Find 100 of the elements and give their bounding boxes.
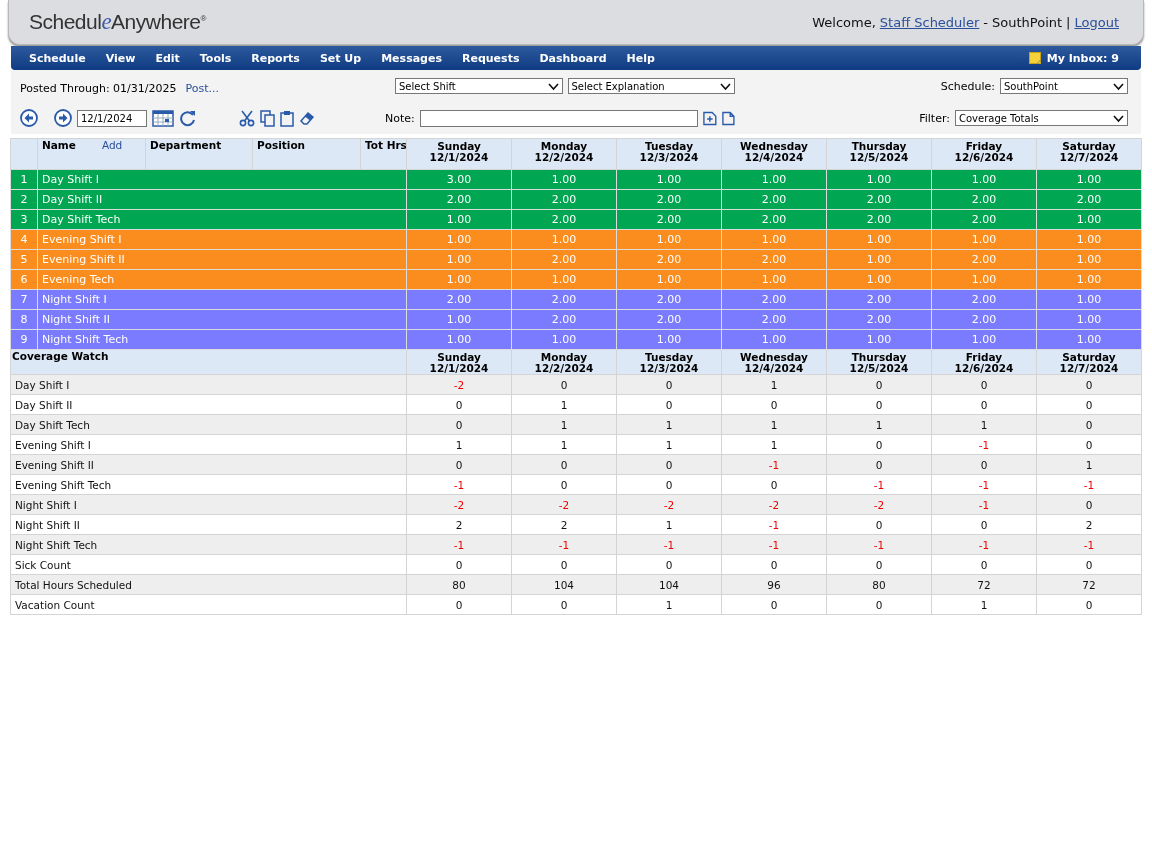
eraser-icon[interactable] <box>299 110 315 126</box>
forward-icon[interactable] <box>54 109 72 127</box>
caret-icon <box>547 81 559 91</box>
coverage-label-cell: Night Shift Tech <box>10 534 407 555</box>
coverage-value-cell: -2 <box>406 494 512 515</box>
coverage-value-cell: -1 <box>721 514 827 535</box>
coverage-value-cell: -2 <box>616 494 722 515</box>
scissors-icon[interactable] <box>239 109 255 127</box>
menu-item[interactable]: Tools <box>189 51 242 65</box>
day-column-header: Monday 12/2/2024 <box>511 138 617 170</box>
coverage-value-cell: -1 <box>1036 534 1142 555</box>
add-link[interactable]: Add <box>101 139 123 151</box>
coverage-value-cell: 80 <box>826 574 932 595</box>
coverage-value-cell: 0 <box>616 474 722 495</box>
coverage-value-cell: 0 <box>1036 494 1142 515</box>
menu-item[interactable]: Requests <box>452 51 530 65</box>
coverage-value-cell: 0 <box>721 394 827 415</box>
coverage-label-cell: Night Shift II <box>10 514 407 535</box>
menu-item[interactable]: Messages <box>371 51 452 65</box>
coverage-value-cell: -2 <box>406 374 512 395</box>
date-field[interactable]: 12/1/2024 <box>77 109 147 127</box>
filter-select[interactable]: Coverage Totals <box>955 110 1128 126</box>
menu-item[interactable]: Schedule <box>19 51 96 65</box>
row-number: 7 <box>10 289 38 310</box>
coverage-value-cell: 104 <box>511 574 617 595</box>
day-column-header: Sunday 12/1/2024 <box>406 138 512 170</box>
coverage-value-cell: 0 <box>616 374 722 395</box>
coverage-value-cell: 0 <box>616 394 722 415</box>
logout-link[interactable]: Logout <box>1074 14 1119 30</box>
coverage-label-cell: Day Shift Tech <box>10 414 407 435</box>
coverage-value-cell: 0 <box>1036 394 1142 415</box>
menu-item[interactable]: Edit <box>145 51 190 65</box>
coverage-value-cell: 0 <box>511 474 617 495</box>
posted-through-text: Posted Through: 01/31/2025 <box>20 81 177 95</box>
coverage-value-cell: 0 <box>721 554 827 575</box>
day-column-header: Friday 12/6/2024 <box>931 138 1037 170</box>
coverage-value-cell: 1 <box>511 434 617 455</box>
coverage-value-cell: 0 <box>1036 414 1142 435</box>
day-column-header: Tuesday 12/3/2024 <box>616 349 722 375</box>
coverage-label-cell: Sick Count <box>10 554 407 575</box>
coverage-value-cell: -1 <box>406 474 512 495</box>
coverage-value-cell: -1 <box>931 494 1037 515</box>
coverage-value-cell: 0 <box>931 454 1037 475</box>
post-link[interactable]: Post... <box>185 81 219 95</box>
day-column-header: Thursday 12/5/2024 <box>826 138 932 170</box>
clipboard-icon[interactable] <box>280 109 294 127</box>
coverage-value-cell: -1 <box>931 474 1037 495</box>
inbox-link[interactable]: My Inbox: 9 <box>1046 51 1119 65</box>
coverage-value-cell: 0 <box>931 374 1037 395</box>
row-number: 5 <box>10 249 38 270</box>
divider-text: | <box>1066 14 1071 30</box>
note-label: Note: <box>385 111 415 125</box>
coverage-value-cell: -2 <box>826 494 932 515</box>
refresh-icon[interactable] <box>179 109 197 127</box>
coverage-value-cell: 1 <box>931 594 1037 615</box>
caret-icon <box>720 81 731 91</box>
coverage-value-cell: 2 <box>406 514 512 535</box>
menu-item[interactable]: Help <box>616 51 665 65</box>
note-field[interactable] <box>419 109 699 127</box>
coverage-value-cell: -1 <box>616 534 722 555</box>
coverage-value-cell: 1 <box>616 514 722 535</box>
copy-icon[interactable] <box>260 109 275 127</box>
day-column-header: Friday 12/6/2024 <box>931 349 1037 375</box>
day-column-header: Tuesday 12/3/2024 <box>616 138 722 170</box>
coverage-value-cell: 0 <box>826 554 932 575</box>
shift-select[interactable]: Select Shift <box>395 78 563 94</box>
caret-icon <box>1113 81 1124 91</box>
day-column-header: Sunday 12/1/2024 <box>406 349 512 375</box>
add-note-icon[interactable] <box>703 110 718 126</box>
coverage-label-cell: Evening Shift I <box>10 434 407 455</box>
note-icon[interactable] <box>1028 52 1041 64</box>
coverage-value-cell: -1 <box>511 534 617 555</box>
document-icon[interactable] <box>722 110 735 126</box>
coverage-value-cell: -1 <box>826 534 932 555</box>
coverage-value-cell: 0 <box>931 514 1037 535</box>
schedule-select[interactable]: SouthPoint <box>1000 78 1128 94</box>
calendar-icon[interactable] <box>152 109 174 127</box>
coverage-value-cell: 0 <box>931 554 1037 575</box>
menu-item[interactable]: View <box>95 51 146 65</box>
coverage-watch-header: Coverage Watch <box>10 349 407 375</box>
logo: ScheduleAnywhere$^{®}$ <box>29 9 206 35</box>
coverage-value-cell: -1 <box>1036 474 1142 495</box>
coverage-value-cell: 0 <box>1036 594 1142 615</box>
menu-item[interactable]: Reports <box>241 51 310 65</box>
coverage-value-cell: 0 <box>826 594 932 615</box>
explanation-select[interactable]: Select Explanation <box>567 78 735 94</box>
coverage-value-cell: 0 <box>511 374 617 395</box>
coverage-label-cell: Evening Shift Tech <box>10 474 407 495</box>
caret-icon <box>1113 113 1124 123</box>
coverage-label-cell: Evening Shift II <box>10 454 407 475</box>
row-number: 4 <box>10 229 38 250</box>
back-icon[interactable] <box>20 109 38 127</box>
menu-item[interactable]: Set Up <box>309 51 372 65</box>
coverage-value-cell: 0 <box>616 554 722 575</box>
coverage-value-cell: 1 <box>721 374 827 395</box>
row-number: 1 <box>10 169 38 190</box>
coverage-label-cell: Night Shift I <box>10 494 407 515</box>
coverage-value-cell: 72 <box>1036 574 1142 595</box>
user-link[interactable]: Staff Scheduler <box>879 14 980 30</box>
menu-item[interactable]: Dashboard <box>529 51 617 65</box>
